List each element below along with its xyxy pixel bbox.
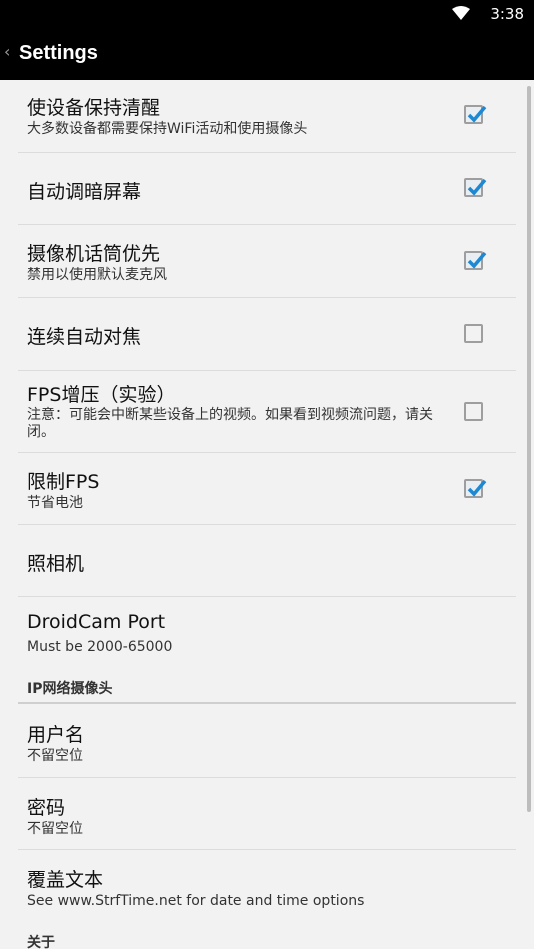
pref-title: 用户名 <box>27 724 85 746</box>
pref-title: 照相机 <box>27 553 85 575</box>
pref-title: 摄像机话筒优先 <box>27 243 161 265</box>
status-time: 3:38 <box>490 5 524 23</box>
limit-fps-checkbox[interactable] <box>464 479 487 498</box>
pref-title: 密码 <box>27 797 66 819</box>
pref-fps-boost[interactable]: FPS增压（实验） 注意：可能会中断某些设备上的视频。如果看到视频流问题，请关闭… <box>18 371 516 453</box>
check-icon <box>467 479 487 497</box>
scrollbar[interactable] <box>527 86 531 812</box>
fps-boost-checkbox[interactable] <box>464 402 483 421</box>
pref-overlay-text[interactable]: 覆盖文本 See www.StrfTime.net for date and t… <box>18 850 516 922</box>
pref-camera[interactable]: 照相机 <box>18 525 516 597</box>
pref-summary: 大多数设备都需要保持WiFi活动和使用摄像头 <box>27 121 308 137</box>
check-icon <box>467 178 487 196</box>
settings-list: 使设备保持清醒 大多数设备都需要保持WiFi活动和使用摄像头 自动调暗屏幕 摄像… <box>18 80 516 949</box>
camera-mic-checkbox[interactable] <box>464 251 487 270</box>
pref-title: 覆盖文本 <box>27 869 104 891</box>
category-ip-webcam: IP网络摄像头 <box>27 681 113 697</box>
continuous-focus-checkbox[interactable] <box>464 324 483 343</box>
pref-summary: 不留空位 <box>27 821 83 837</box>
pref-username[interactable]: 用户名 不留空位 <box>18 705 516 778</box>
pref-keep-awake[interactable]: 使设备保持清醒 大多数设备都需要保持WiFi活动和使用摄像头 <box>18 80 516 153</box>
pref-title: 自动调暗屏幕 <box>27 181 142 203</box>
pref-title: 连续自动对焦 <box>27 326 142 348</box>
check-icon <box>467 105 487 123</box>
pref-summary: 注意：可能会中断某些设备上的视频。如果看到视频流问题，请关闭。 <box>27 407 433 440</box>
pref-password[interactable]: 密码 不留空位 <box>18 778 516 850</box>
check-icon <box>467 251 487 269</box>
wifi-icon <box>452 6 470 20</box>
pref-summary: See www.StrfTime.net for date and time o… <box>27 893 365 909</box>
pref-title: 使设备保持清醒 <box>27 97 161 119</box>
pref-continuous-focus[interactable]: 连续自动对焦 <box>18 298 516 371</box>
back-icon[interactable]: ‹ <box>4 42 18 61</box>
category-divider <box>18 702 516 704</box>
pref-camera-mic[interactable]: 摄像机话筒优先 禁用以使用默认麦克风 <box>18 225 516 298</box>
app-bar: ‹ Settings <box>0 28 534 80</box>
pref-auto-dim[interactable]: 自动调暗屏幕 <box>18 153 516 225</box>
status-bar: 3:38 <box>0 0 534 28</box>
pref-summary: Must be 2000-65000 <box>27 639 173 655</box>
category-about: 关于 <box>27 935 55 949</box>
pref-summary: 不留空位 <box>27 748 83 764</box>
pref-summary: 节省电池 <box>27 495 83 511</box>
pref-droidcam-port[interactable]: DroidCam Port Must be 2000-65000 <box>18 597 516 671</box>
pref-title: 限制FPS <box>27 471 100 493</box>
auto-dim-checkbox[interactable] <box>464 178 487 197</box>
page-title: Settings <box>19 42 98 64</box>
keep-awake-checkbox[interactable] <box>464 105 487 124</box>
pref-title: FPS增压（实验） <box>27 384 176 406</box>
pref-title: DroidCam Port <box>27 611 166 633</box>
pref-limit-fps[interactable]: 限制FPS 节省电池 <box>18 453 516 525</box>
pref-summary: 禁用以使用默认麦克风 <box>27 267 167 283</box>
